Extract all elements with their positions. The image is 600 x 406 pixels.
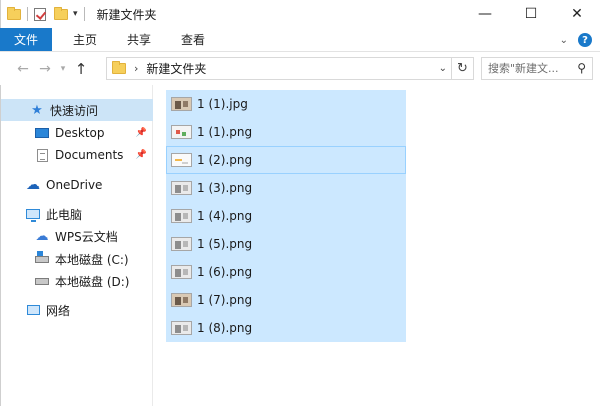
file-name: 1 (7).png	[197, 293, 253, 307]
file-item[interactable]: 1 (7).png	[166, 286, 406, 314]
image-thumbnail-icon	[171, 265, 192, 279]
ribbon-controls: ⌄ ?	[560, 28, 592, 52]
folder-icon	[112, 61, 126, 74]
nav-item-documents[interactable]: Documents 📌	[1, 144, 153, 166]
close-button[interactable]: ✕	[554, 0, 600, 28]
file-item[interactable]: 1 (1).jpg	[166, 90, 406, 118]
forward-button[interactable]: →	[34, 61, 56, 77]
file-name: 1 (1).png	[197, 125, 253, 139]
file-item[interactable]: 1 (5).png	[166, 230, 406, 258]
minimize-button[interactable]: —	[462, 0, 508, 28]
file-item[interactable]: 1 (4).png	[166, 202, 406, 230]
recent-locations-chevron-icon[interactable]: ▾	[56, 64, 70, 74]
image-thumbnail-icon	[171, 321, 192, 335]
nav-item-label: WPS云文档	[55, 229, 118, 244]
tab-home[interactable]: 主页	[58, 28, 112, 51]
nav-item-desktop[interactable]: Desktop 📌	[1, 122, 153, 144]
search-input[interactable]	[488, 62, 574, 75]
drive-icon	[34, 274, 50, 288]
nav-item-label: 网络	[46, 303, 71, 318]
breadcrumb-current-folder[interactable]: 新建文件夹	[146, 60, 206, 77]
nav-item-label: Desktop	[55, 126, 105, 140]
ribbon-tabs: 文件 主页 共享 查看 ⌄ ?	[0, 28, 600, 52]
file-name: 1 (8).png	[197, 321, 253, 335]
file-name: 1 (1).jpg	[197, 97, 248, 111]
tab-view[interactable]: 查看	[166, 28, 220, 51]
address-history-chevron-icon[interactable]: ⌄	[439, 63, 447, 74]
tab-file[interactable]: 文件	[0, 28, 53, 51]
help-icon[interactable]: ?	[578, 33, 592, 47]
computer-icon	[25, 207, 41, 222]
address-row: ← → ▾ ↑ › 新建文件夹 ⌄ ↻ ⚲	[0, 53, 600, 85]
nav-item-label: 快速访问	[50, 103, 99, 118]
pin-icon[interactable]: 📌	[136, 128, 147, 138]
desktop-icon	[34, 126, 50, 140]
drive-icon	[34, 250, 50, 266]
image-thumbnail-icon	[171, 293, 192, 307]
image-thumbnail-icon	[171, 97, 192, 111]
file-item[interactable]: 1 (1).png	[166, 118, 406, 146]
address-bar[interactable]: › 新建文件夹 ⌄ ↻	[106, 57, 474, 80]
cloud-icon: ☁	[26, 177, 40, 193]
nav-item-onedrive[interactable]: ☁ OneDrive	[1, 174, 153, 196]
image-thumbnail-icon	[171, 125, 192, 139]
breadcrumb-chevron-icon[interactable]: ›	[134, 62, 138, 75]
file-item[interactable]: 1 (6).png	[166, 258, 406, 286]
back-button[interactable]: ←	[12, 61, 34, 77]
window-controls: — ☐ ✕	[462, 0, 600, 28]
nav-item-drive-c[interactable]: 本地磁盘 (C:)	[1, 248, 153, 270]
nav-item-drive-d[interactable]: 本地磁盘 (D:)	[1, 270, 153, 292]
search-icon[interactable]: ⚲	[577, 61, 586, 75]
toolbar-divider	[83, 7, 85, 21]
nav-item-wps-cloud[interactable]: ☁ WPS云文档	[1, 225, 153, 247]
file-item[interactable]: 1 (8).png	[166, 314, 406, 342]
pin-icon[interactable]: 📌	[136, 150, 147, 160]
nav-item-label: 本地磁盘 (D:)	[55, 274, 130, 289]
search-box[interactable]: ⚲	[481, 57, 593, 80]
image-thumbnail-icon	[171, 153, 192, 167]
customize-toolbar-chevron-icon[interactable]: ▾	[73, 9, 78, 19]
file-name: 1 (5).png	[197, 237, 253, 251]
folder-icon	[7, 6, 21, 20]
toolbar-divider	[27, 7, 28, 21]
file-item[interactable]: 1 (3).png	[166, 174, 406, 202]
title-bar: ▾ 新建文件夹 — ☐ ✕	[0, 0, 600, 28]
file-name: 1 (2).png	[197, 153, 253, 167]
expand-ribbon-chevron-icon[interactable]: ⌄	[560, 35, 568, 46]
wps-cloud-icon: ☁	[35, 228, 49, 244]
new-folder-icon[interactable]	[54, 6, 68, 20]
tab-share[interactable]: 共享	[112, 28, 166, 51]
navigation-pane: ★ 快速访问 Desktop 📌 Documents 📌 ☁ OneDrive …	[0, 85, 153, 406]
image-thumbnail-icon	[171, 209, 192, 223]
nav-item-quick-access[interactable]: ★ 快速访问	[1, 99, 153, 121]
file-name: 1 (6).png	[197, 265, 253, 279]
nav-item-this-pc[interactable]: 此电脑	[1, 203, 153, 225]
quick-access-toolbar: ▾	[1, 0, 91, 28]
file-item[interactable]: 1 (2).png	[166, 146, 406, 174]
up-button[interactable]: ↑	[70, 60, 92, 78]
refresh-button[interactable]: ↻	[451, 58, 473, 79]
star-icon: ★	[31, 102, 43, 118]
documents-icon	[34, 148, 50, 162]
file-name: 1 (3).png	[197, 181, 253, 195]
network-icon	[25, 303, 41, 317]
nav-item-label: Documents	[55, 148, 124, 162]
image-thumbnail-icon	[171, 237, 192, 251]
nav-item-network[interactable]: 网络	[1, 299, 153, 321]
image-thumbnail-icon	[171, 181, 192, 195]
maximize-button[interactable]: ☐	[508, 0, 554, 28]
window-title: 新建文件夹	[96, 7, 157, 22]
file-name: 1 (4).png	[197, 209, 253, 223]
nav-item-label: OneDrive	[46, 178, 103, 192]
nav-item-label: 本地磁盘 (C:)	[55, 252, 129, 267]
nav-item-label: 此电脑	[46, 207, 83, 222]
properties-icon[interactable]	[34, 7, 46, 21]
